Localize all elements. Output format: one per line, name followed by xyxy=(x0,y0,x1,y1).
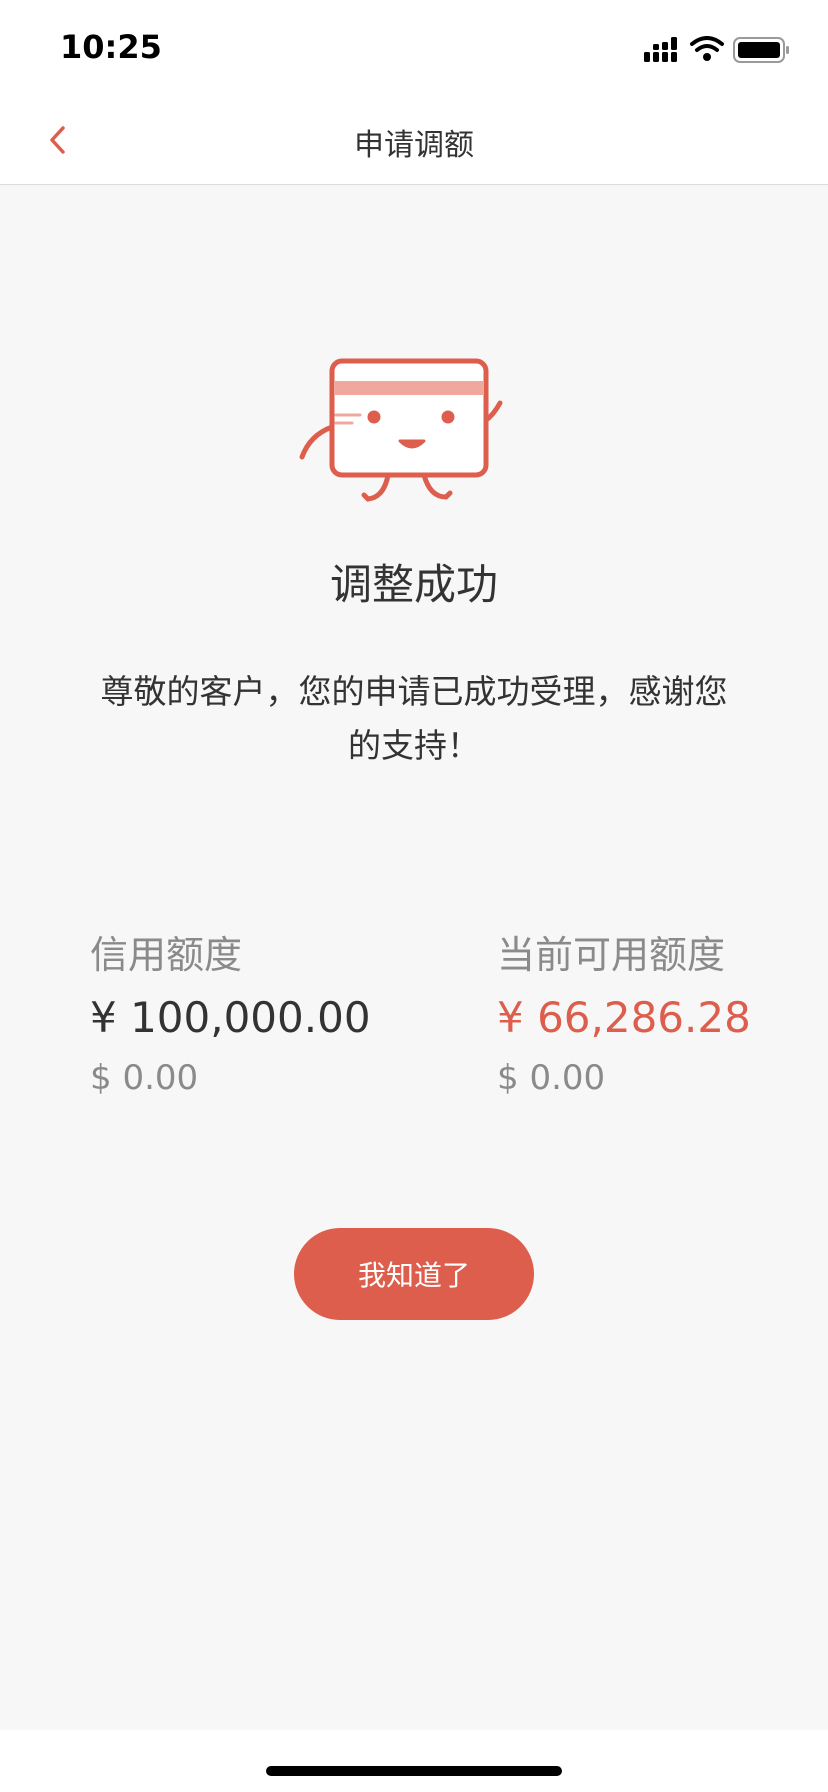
status-icons xyxy=(644,36,794,64)
result-title: 调整成功 xyxy=(329,560,498,609)
navigation-bar: 申请调额 xyxy=(0,96,828,185)
battery-icon xyxy=(733,37,789,63)
home-indicator-area xyxy=(0,1730,828,1792)
credit-limit-cny: ¥ 100,000.00 xyxy=(90,993,371,1042)
available-limit-cny: ¥ 66,286.28 xyxy=(497,993,751,1042)
credit-limit-label: 信用额度 xyxy=(90,933,243,977)
card-mascot-illustration xyxy=(296,357,532,507)
result-message: 尊敬的客户，您的申请已成功受理，感谢您的支持！ xyxy=(100,672,728,765)
page-title: 申请调额 xyxy=(354,128,474,163)
status-time: 10:25 xyxy=(60,28,162,66)
available-limit-usd: $ 0.00 xyxy=(497,1058,606,1098)
available-limit-block: 当前可用额度 ¥ 66,286.28 $ 0.00 xyxy=(497,931,751,1099)
status-bar: 10:25 xyxy=(0,0,828,96)
credit-limit-block: 信用额度 ¥ 100,000.00 $ 0.00 xyxy=(90,931,371,1099)
got-it-button[interactable]: 我知道了 xyxy=(294,1228,534,1320)
main-content: 调整成功 尊敬的客户，您的申请已成功受理，感谢您的支持！ 信用额度 ¥ 100,… xyxy=(0,185,828,1730)
credit-limit-usd: $ 0.00 xyxy=(90,1058,199,1098)
wifi-icon xyxy=(690,36,724,61)
available-limit-label: 当前可用额度 xyxy=(497,933,726,977)
signal-icon xyxy=(644,37,677,62)
home-indicator[interactable] xyxy=(266,1766,562,1776)
